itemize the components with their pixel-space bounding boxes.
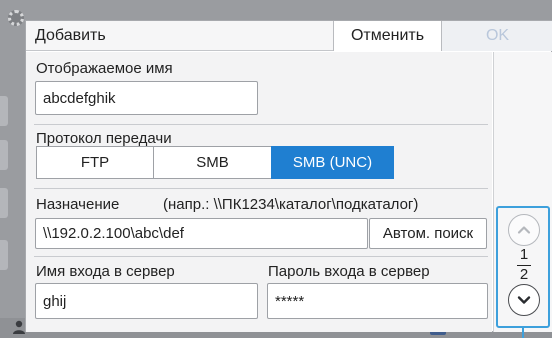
callout-tick: [522, 328, 524, 338]
page-current: 1: [519, 246, 529, 263]
page-up-button[interactable]: [508, 214, 540, 246]
dialog-header: Добавить Отменить OK: [26, 21, 552, 51]
divider: [34, 188, 488, 189]
background-tab: [0, 140, 8, 170]
protocol-smb-unc-button[interactable]: SMB (UNC): [271, 146, 394, 179]
login-label: Имя входа в сервер: [36, 263, 175, 280]
page-total: 2: [519, 266, 529, 283]
cancel-button[interactable]: Отменить: [333, 21, 442, 51]
protocol-label: Протокол передачи: [36, 130, 172, 147]
dialog-title: Добавить: [35, 27, 106, 44]
background-tab: [0, 188, 8, 218]
protocol-smb-button[interactable]: SMB: [153, 146, 272, 179]
display-name-input[interactable]: abcdefghik: [35, 81, 258, 115]
password-input[interactable]: *****: [267, 283, 488, 319]
background-tab: [0, 240, 8, 270]
destination-example: (напр.: \\ПК1234\каталог\подкаталог): [163, 196, 419, 213]
add-destination-dialog: Добавить Отменить OK Отображаемое имя ab…: [25, 20, 552, 332]
divider: [34, 256, 488, 257]
dialog-content: Отображаемое имя abcdefghik Протокол пер…: [26, 52, 492, 332]
user-icon: [13, 320, 25, 334]
settings-gear-icon: [8, 10, 24, 26]
chevron-up-icon: [517, 226, 531, 234]
destination-label: Назначение: [36, 196, 120, 213]
password-label: Пароль входа в сервер: [268, 263, 430, 280]
page-down-button[interactable]: [508, 284, 540, 316]
login-input[interactable]: ghij: [35, 283, 258, 319]
destination-input[interactable]: \\192.0.2.100\abc\def: [35, 218, 368, 249]
display-name-label: Отображаемое имя: [36, 60, 173, 77]
protocol-ftp-button[interactable]: FTP: [36, 146, 154, 179]
auto-search-button[interactable]: Автом. поиск: [369, 218, 487, 249]
background-tab: [0, 96, 8, 126]
chevron-down-icon: [517, 296, 531, 304]
ok-button[interactable]: OK: [442, 21, 552, 51]
divider: [34, 124, 488, 125]
